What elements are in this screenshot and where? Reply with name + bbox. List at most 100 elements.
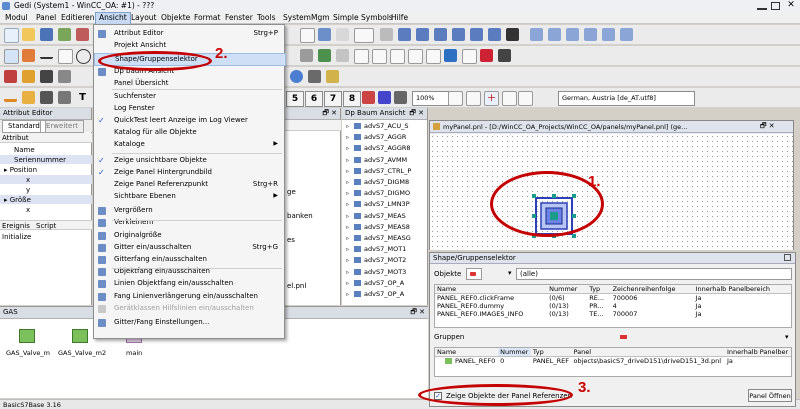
alarm-icon[interactable] [480, 49, 493, 62]
dp-tree-item[interactable]: ▹ advS7_MEASG [346, 234, 411, 242]
slider-icon[interactable] [462, 49, 477, 64]
highlight-icon[interactable] [22, 91, 35, 104]
tool-a-icon[interactable] [530, 28, 543, 41]
dp-tree-item[interactable]: ▹ advS7_LMN3P [346, 200, 410, 208]
objects-dropdown-arrow-icon[interactable]: ▾ [508, 269, 512, 277]
save-all-icon[interactable] [58, 28, 71, 41]
trend-icon[interactable] [444, 49, 457, 62]
close-button[interactable]: ✕ [785, 0, 797, 11]
attr-groesse[interactable]: ▸ Größe [4, 196, 31, 204]
distribute-h-icon[interactable] [470, 28, 483, 41]
dp-tree-item[interactable]: ▹ advS7_MOT2 [346, 256, 406, 264]
groups-col-innerhalb[interactable]: Innerhalb Panelber [724, 348, 791, 357]
attr-position-x[interactable]: x [26, 176, 30, 184]
expand-arrow-icon[interactable]: ▹ [346, 156, 354, 164]
panel-pin-close-icon[interactable]: 🗗 ✕ [322, 108, 337, 119]
line-icon[interactable] [40, 49, 53, 59]
groups-col-typ[interactable]: Typ [530, 348, 572, 357]
menu-item[interactable]: Katalog für alle Objekte [94, 127, 284, 138]
snap-extend-icon[interactable] [518, 91, 533, 106]
menu-layout[interactable]: Layout [128, 13, 160, 22]
rect-icon[interactable] [380, 28, 393, 41]
zoom-original-icon[interactable] [394, 91, 407, 104]
objects-col-zeichenreihenfolge[interactable]: Zeichenreihenfolge [610, 285, 694, 294]
objects-col-nummer[interactable]: Nummer [547, 285, 588, 294]
tool-f-icon[interactable] [620, 28, 633, 41]
objects-col-name[interactable]: Name [435, 285, 548, 294]
paint-icon[interactable] [22, 49, 35, 62]
groups-filter-button[interactable] [618, 332, 634, 342]
menu-tools[interactable]: Tools [254, 13, 278, 22]
underline-color-icon[interactable] [4, 91, 17, 102]
expand-arrow-icon[interactable]: ▹ [346, 167, 354, 175]
dp-tree-item[interactable]: ▹ advS7_MOT3 [346, 268, 406, 276]
menu-editieren[interactable]: Editieren [58, 13, 98, 22]
expand-arrow-icon[interactable]: ▹ [346, 122, 354, 130]
expand-arrow-icon[interactable]: ▹ [346, 234, 354, 242]
hourglass-icon[interactable] [506, 28, 519, 41]
grid-snap-tool-icon[interactable] [448, 91, 463, 106]
dp-tree-item[interactable]: ▹ advS7_ACU_S [346, 122, 408, 130]
menu-item[interactable]: Zeige Panel Referenzpunkt Strg+R [94, 179, 284, 190]
align-left-icon[interactable] [398, 28, 411, 41]
dp-tree-item[interactable]: ▹ advS7_DIGM8 [346, 178, 409, 186]
globe-icon[interactable] [290, 70, 303, 83]
menu-panel[interactable]: Panel [33, 13, 59, 22]
groups-col-panel[interactable]: Panel [571, 348, 725, 357]
snap-line-icon[interactable] [502, 91, 517, 106]
rectangle-icon[interactable] [58, 49, 73, 64]
groups-dropdown-arrow-icon[interactable]: ▾ [785, 333, 789, 341]
dp-tree-item[interactable]: ▹ advS7_MOT1 [346, 245, 406, 253]
selection-handle[interactable] [572, 234, 576, 238]
dp-tree-item[interactable]: ▹ advS7_OP_A [346, 279, 404, 287]
tool-d-icon[interactable] [584, 28, 597, 41]
tree-widget-icon[interactable] [408, 49, 423, 64]
tool-e-icon[interactable] [602, 28, 615, 41]
menu-item[interactable]: Gitter ein/ausschalten Strg+G [94, 242, 284, 253]
font-icon[interactable] [308, 70, 321, 83]
objects-table-row[interactable]: PANEL_REF0.IMAGES_INFO (0/13) TE... 700007 J… [435, 310, 791, 318]
text-box-icon[interactable] [354, 28, 374, 43]
gas-item-1[interactable]: GAS_Valve_m [6, 349, 50, 357]
refresh-icon[interactable] [318, 28, 331, 41]
menu-item[interactable]: Kataloge ▶ [94, 139, 284, 150]
attr-position-y[interactable]: y [26, 186, 30, 194]
attr-seriennummer[interactable]: Seriennummer [14, 156, 66, 164]
line-width-icon[interactable] [58, 70, 71, 83]
zoom-out-tool-icon[interactable] [378, 91, 391, 104]
menu-item[interactable]: Projekt Ansicht [94, 40, 284, 51]
maximize-button[interactable] [771, 2, 780, 10]
objects-col-typ[interactable]: Typ [587, 285, 611, 294]
textfield-icon[interactable] [336, 49, 349, 62]
progress-icon[interactable] [498, 49, 511, 62]
shape-selector-restore-icon[interactable] [784, 254, 791, 261]
combo-icon[interactable] [354, 49, 369, 64]
dp-tree-item[interactable]: ▹ advS7_DIGMO [346, 189, 410, 197]
gas-item-2[interactable]: GAS_Valve_m2 [58, 349, 106, 357]
panel-file-icon[interactable] [19, 329, 35, 343]
layer-6-button[interactable]: 6 [305, 91, 323, 107]
grid-tool-icon[interactable] [466, 91, 481, 106]
layer-icon[interactable] [300, 49, 313, 62]
gas-item-3[interactable]: main [126, 349, 142, 357]
expand-arrow-icon[interactable]: ▹ [346, 133, 354, 141]
dp-tree-item[interactable]: ▹ advS7_MEAS [346, 212, 406, 220]
menu-item[interactable]: ✓ Zeige unsichtbare Objekte [94, 155, 284, 166]
menu-item[interactable]: Vergrößern [94, 205, 284, 216]
expand-arrow-icon[interactable]: ▹ [346, 178, 354, 186]
zoom-in-tool-icon[interactable] [362, 91, 375, 104]
minimize-button[interactable] [757, 2, 767, 10]
menu-item[interactable]: Gitter/Fang Einstellungen... [94, 317, 284, 328]
menu-modul[interactable]: Modul [2, 13, 31, 22]
dp-tree-item[interactable]: ▹ advS7_CTRL_P [346, 167, 411, 175]
menu-item[interactable]: Originalgröße [94, 230, 284, 241]
panel-file-icon[interactable] [72, 329, 88, 343]
panel-canvas[interactable] [430, 134, 793, 250]
menu-item[interactable]: Gitterfang ein/ausschalten [94, 254, 284, 265]
menu-simple-symbols[interactable]: Simple Symbols [330, 13, 396, 22]
tab-erweitert[interactable]: Erweitert [40, 120, 84, 133]
layer-5-button[interactable]: 5 [286, 91, 304, 107]
groups-table-row[interactable]: PANEL_REF0 0 PANEL_REF objects\basicS7_driv… [435, 357, 791, 365]
dp-tree-item[interactable]: ▹ advS7_OP_A [346, 290, 404, 298]
attr-position[interactable]: ▸ Position [4, 166, 37, 174]
